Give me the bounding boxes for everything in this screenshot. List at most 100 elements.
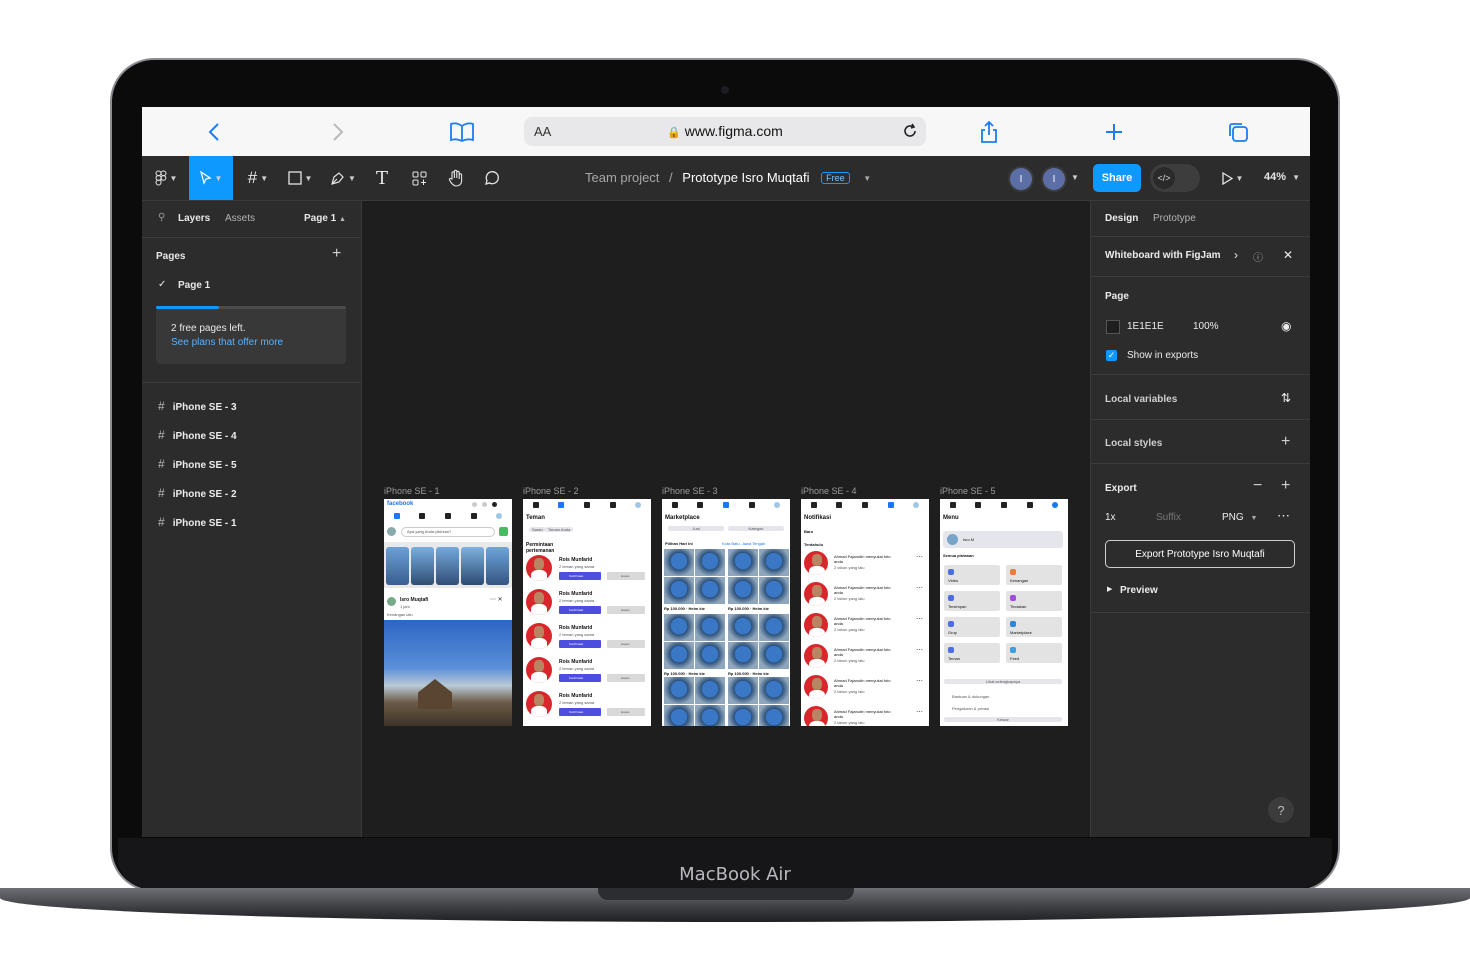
- notification-text: Ahmad Fajarudin menyukai foto anda: [834, 709, 891, 719]
- export-suffix-input[interactable]: Suffix: [1156, 512, 1181, 523]
- add-style-icon[interactable]: +: [1281, 433, 1290, 451]
- add-export-icon[interactable]: +: [1281, 477, 1290, 495]
- frame-iphone-se-4[interactable]: Notifikasi Baru Terdahulu Ahmad Fajarudi…: [801, 499, 929, 726]
- file-name[interactable]: Prototype Isro Muqtafi: [682, 170, 809, 185]
- local-variables-label[interactable]: Local variables: [1105, 394, 1177, 405]
- search-icon[interactable]: ⚲: [158, 212, 165, 223]
- chevron-down-icon: ▼: [1235, 173, 1244, 183]
- shortcut-label: Grup: [948, 630, 957, 635]
- chevron-down-icon[interactable]: ▼: [1071, 173, 1079, 182]
- dev-mode-toggle[interactable]: </>: [1150, 164, 1200, 192]
- chevron-down-icon[interactable]: ▼: [863, 174, 871, 183]
- share-button[interactable]: Share: [1093, 164, 1141, 192]
- menu-shortcut-tile: Kenangan: [1006, 565, 1062, 585]
- share-sheet-icon[interactable]: [976, 119, 1002, 145]
- canvas[interactable]: iPhone SE - 1 facebook Apa yang Anda pik…: [362, 201, 1089, 837]
- avatar: [804, 644, 828, 668]
- tabs-overview-icon[interactable]: [1225, 119, 1251, 145]
- tab-design[interactable]: Design: [1105, 213, 1138, 224]
- add-page-icon[interactable]: +: [332, 245, 341, 263]
- zoom-dropdown[interactable]: 44% ▼: [1264, 171, 1300, 183]
- shortcut-label: Tersimpan: [948, 604, 967, 609]
- confirm-button: Konfirmasi: [559, 572, 601, 580]
- info-icon[interactable]: ⓘ: [1253, 249, 1263, 264]
- frame-label[interactable]: iPhone SE - 4: [801, 486, 857, 496]
- help-button[interactable]: ?: [1268, 797, 1294, 823]
- avatar: [526, 555, 552, 581]
- frame-iphone-se-3[interactable]: Marketplace Jual Kategori Pilihan Hari I…: [662, 499, 790, 726]
- page-selector[interactable]: Page 1 ▲: [304, 213, 346, 224]
- shortcut-icon: [1010, 647, 1016, 653]
- preview-toggle[interactable]: Preview: [1120, 585, 1158, 596]
- frame-label[interactable]: iPhone SE - 5: [940, 486, 996, 496]
- whiteboard-link[interactable]: Whiteboard with FigJam: [1105, 250, 1221, 261]
- confirm-button: Konfirmasi: [559, 640, 601, 648]
- more-options-icon[interactable]: ⋯: [1277, 508, 1290, 524]
- shortcut-icon: [1010, 621, 1016, 627]
- avatar[interactable]: I: [1043, 168, 1065, 190]
- main-menu-button[interactable]: ▼: [148, 156, 184, 200]
- avatar: [526, 691, 552, 717]
- export-scale[interactable]: 1x: [1105, 512, 1116, 523]
- page-list-item[interactable]: ✓ Page 1: [142, 274, 361, 296]
- frame-list-item[interactable]: # iPhone SE - 5: [158, 457, 237, 471]
- free-pages-banner: 2 free pages left. See plans that offer …: [156, 306, 346, 364]
- resources-button[interactable]: [405, 156, 433, 200]
- reload-icon[interactable]: [901, 122, 919, 145]
- eye-icon[interactable]: ◉: [1281, 319, 1291, 333]
- frame-list-item[interactable]: # iPhone SE - 3: [158, 399, 237, 413]
- page-opacity-value[interactable]: 100%: [1193, 321, 1219, 332]
- chevron-right-icon[interactable]: ›: [1234, 248, 1238, 262]
- remove-export-icon[interactable]: −: [1253, 477, 1262, 495]
- text-tool-button[interactable]: T: [369, 156, 395, 200]
- lock-icon: 🔒: [667, 127, 681, 139]
- address-bar[interactable]: AA 🔒 www.figma.com: [524, 117, 926, 146]
- frame-label[interactable]: iPhone SE - 3: [662, 486, 718, 496]
- marketplace-icon: [1000, 502, 1007, 508]
- frame-iphone-se-5[interactable]: Menu Isro M Semua pintasan Video Kenangan…: [940, 499, 1068, 726]
- present-button[interactable]: ▼: [1216, 156, 1248, 200]
- frame-tool-button[interactable]: # ▼: [240, 156, 276, 200]
- disclosure-triangle-icon[interactable]: ▶: [1107, 585, 1112, 593]
- file-breadcrumb[interactable]: Team project / Prototype Isro Muqtafi Fr…: [585, 170, 871, 185]
- frame-list-item[interactable]: # iPhone SE - 4: [158, 428, 237, 442]
- forward-icon[interactable]: [325, 119, 351, 145]
- export-format-select[interactable]: PNG ▼: [1222, 512, 1257, 523]
- move-tool-button[interactable]: ▼: [189, 156, 233, 200]
- avatar[interactable]: I: [1010, 168, 1032, 190]
- pen-tool-button[interactable]: ▼: [325, 156, 361, 200]
- product-photo: [695, 577, 725, 604]
- breadcrumb-team[interactable]: Team project: [585, 170, 659, 185]
- tab-assets[interactable]: Assets: [225, 213, 255, 224]
- bookmarks-icon[interactable]: [449, 119, 475, 145]
- frame-iphone-se-1[interactable]: facebook Apa yang Anda pikirkan? Isro Mu…: [384, 499, 512, 726]
- see-plans-link[interactable]: See plans that offer more: [171, 337, 283, 348]
- new-tab-icon[interactable]: [1101, 119, 1127, 145]
- frame-list-item[interactable]: # iPhone SE - 2: [158, 486, 237, 500]
- back-icon[interactable]: [201, 119, 227, 145]
- sliders-icon[interactable]: ⇅: [1281, 391, 1291, 405]
- avatar: [387, 597, 396, 606]
- frame-label[interactable]: iPhone SE - 1: [384, 486, 440, 496]
- comment-tool-button[interactable]: [478, 156, 506, 200]
- profile-icon: [1052, 502, 1059, 508]
- close-icon[interactable]: ✕: [1283, 248, 1293, 262]
- phone-tab-bar: [662, 499, 790, 511]
- confirm-button: Konfirmasi: [559, 708, 601, 716]
- tab-layers[interactable]: Layers: [178, 213, 210, 224]
- frame-label[interactable]: iPhone SE - 2: [523, 486, 579, 496]
- shape-tool-button[interactable]: ▼: [282, 156, 318, 200]
- checkmark-icon: ✓: [158, 279, 167, 290]
- page-color-swatch[interactable]: [1106, 320, 1120, 334]
- avatar-body: [809, 597, 825, 606]
- hand-tool-button[interactable]: [442, 156, 470, 200]
- avatar-body: [531, 638, 547, 649]
- tab-prototype[interactable]: Prototype: [1153, 213, 1196, 224]
- page-color-value[interactable]: 1E1E1E: [1127, 321, 1164, 332]
- local-styles-label[interactable]: Local styles: [1105, 438, 1162, 449]
- export-button[interactable]: Export Prototype Isro Muqtafi: [1105, 540, 1295, 568]
- frame-list-item[interactable]: # iPhone SE - 1: [158, 515, 237, 529]
- show-in-exports-checkbox[interactable]: ✓: [1106, 350, 1117, 361]
- product-photo: [695, 642, 725, 669]
- frame-iphone-se-2[interactable]: Teman Saran Teman Anda Permintaan pertem…: [523, 499, 651, 726]
